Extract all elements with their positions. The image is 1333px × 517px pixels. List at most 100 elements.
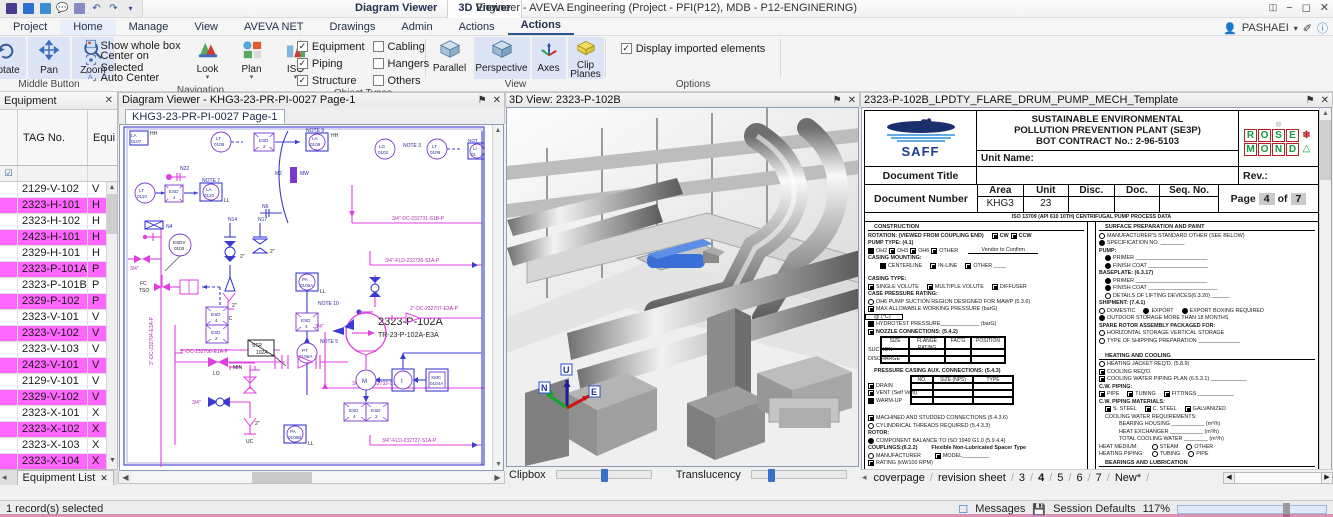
checkbox-pump-finish[interactable] bbox=[1105, 263, 1111, 269]
col-doc-value[interactable] bbox=[1115, 197, 1160, 211]
checkbox-diffuser[interactable] bbox=[992, 284, 998, 290]
table-row[interactable]: 2323-H-102H bbox=[0, 214, 117, 230]
checkbox-multiple-volute[interactable] bbox=[927, 284, 933, 290]
document-vertical-scrollbar[interactable]: ▲ ▼ bbox=[1319, 108, 1331, 481]
ribbon-tab-admin[interactable]: Admin bbox=[388, 20, 445, 35]
look-dropdown-icon[interactable]: ▾ bbox=[206, 75, 210, 80]
checkbox-cabling[interactable]: Cabling bbox=[373, 39, 430, 54]
checkbox-steam[interactable] bbox=[1152, 444, 1158, 450]
checkbox-cabling-box[interactable] bbox=[373, 41, 384, 52]
table-row[interactable]: 2323-X-103X bbox=[0, 438, 117, 454]
checkbox-mawp[interactable] bbox=[868, 306, 874, 312]
row-selector[interactable] bbox=[0, 454, 18, 469]
ribbon-tab-actions[interactable]: Actions bbox=[446, 20, 508, 35]
sheet-hscroll-right-icon[interactable]: ▶ bbox=[1321, 472, 1333, 484]
page-current[interactable]: 4 bbox=[1259, 193, 1275, 205]
sheet-tab-new[interactable]: New* bbox=[1110, 472, 1146, 484]
checkbox-mfr-standard[interactable] bbox=[1099, 233, 1105, 239]
diagram-tab-page-1[interactable]: KHG3-23-PR-PI-0027 Page-1 bbox=[125, 109, 285, 124]
ribbon-tab-home[interactable]: Home bbox=[60, 20, 115, 35]
row-selector[interactable] bbox=[0, 342, 18, 357]
diagram-viewer-pin-icon[interactable]: ⚑ bbox=[478, 95, 487, 106]
checkbox-oh3[interactable] bbox=[889, 248, 895, 254]
document-scroll-up-icon[interactable]: ▲ bbox=[1320, 108, 1331, 119]
parallel-button[interactable]: Parallel bbox=[428, 37, 472, 79]
scroll-thumb[interactable] bbox=[107, 194, 117, 234]
table-row[interactable]: 2329-P-102P bbox=[0, 294, 117, 310]
checkbox-cooling-reqd[interactable] bbox=[1099, 369, 1105, 375]
diagram-canvas[interactable]: .m{stroke:#e040e0;fill:none;stroke-width… bbox=[119, 124, 504, 471]
diagram-scroll-up-icon[interactable]: ▲ bbox=[493, 125, 503, 136]
row-selector[interactable] bbox=[0, 214, 18, 229]
view3d-close-icon[interactable]: ✕ bbox=[848, 95, 856, 106]
row-selector[interactable] bbox=[0, 406, 18, 421]
diagram-hscroll-right-icon[interactable]: ▶ bbox=[491, 473, 504, 482]
row-selector[interactable] bbox=[0, 438, 18, 453]
checkbox-export[interactable] bbox=[1143, 308, 1149, 314]
maximize-icon[interactable]: ◻ bbox=[1302, 1, 1311, 14]
diagram-scroll-down-icon[interactable]: ▼ bbox=[493, 459, 504, 470]
row-selector[interactable] bbox=[0, 422, 18, 437]
ribbon-tab-project[interactable]: Project bbox=[0, 20, 60, 35]
temp-input[interactable] bbox=[865, 314, 903, 320]
document-panel-pin-icon[interactable]: ⚑ bbox=[1306, 95, 1315, 106]
sheet-hscroll-left-icon[interactable]: ◀ bbox=[1223, 472, 1235, 484]
checkbox-model[interactable] bbox=[935, 453, 941, 459]
clip-planes-button[interactable]: Clip Planes bbox=[568, 37, 604, 79]
checkbox-hangers-box[interactable] bbox=[373, 58, 384, 69]
view3d-pin-icon[interactable]: ⚑ bbox=[833, 95, 842, 106]
restore-down-icon[interactable]: ◫ bbox=[1269, 2, 1278, 13]
checkbox-other-mount[interactable] bbox=[965, 263, 971, 269]
diagram-hscroll-track[interactable] bbox=[132, 472, 491, 483]
checkbox-pump-primer[interactable] bbox=[1105, 255, 1111, 261]
checkbox-oh2[interactable] bbox=[868, 248, 874, 254]
minimize-icon[interactable]: − bbox=[1286, 2, 1292, 14]
pan-button[interactable]: Pan bbox=[28, 37, 70, 79]
sheet-tab-3[interactable]: 3 bbox=[1014, 472, 1030, 484]
checkbox-cw[interactable] bbox=[992, 233, 998, 239]
sheet-hscroll-track[interactable] bbox=[1235, 472, 1321, 484]
checkbox-c-steel[interactable] bbox=[1145, 406, 1151, 412]
scroll-up-arrow[interactable]: ▲ bbox=[107, 182, 117, 193]
row-selector[interactable] bbox=[0, 278, 18, 293]
row-selector[interactable] bbox=[0, 182, 18, 197]
col-seq-no-value[interactable] bbox=[1160, 197, 1218, 211]
tab-equipment-list[interactable]: Equipment List ✕ bbox=[17, 470, 114, 485]
table-row[interactable]: 2323-X-104X bbox=[0, 454, 117, 470]
checkbox-spec-no[interactable] bbox=[1099, 240, 1105, 246]
checkbox-rating-kw[interactable] bbox=[868, 460, 874, 466]
checkbox-nozzle-connections[interactable] bbox=[868, 329, 874, 335]
diagram-hscroll-left-icon[interactable]: ◀ bbox=[119, 473, 132, 482]
table-row[interactable]: 2323-P-101BP bbox=[0, 278, 117, 294]
table-row[interactable]: 2329-V-102V bbox=[0, 390, 117, 406]
document-panel-close-icon[interactable]: ✕ bbox=[1321, 95, 1329, 106]
equipment-panel-close-icon[interactable]: ✕ bbox=[105, 95, 113, 106]
checkbox-hydrotest[interactable] bbox=[868, 321, 874, 327]
checkbox-single-volute[interactable] bbox=[868, 284, 874, 290]
checkbox-equipment-box[interactable]: ✓ bbox=[297, 41, 308, 52]
checkbox-ccw[interactable] bbox=[1011, 233, 1017, 239]
checkbox-other-type[interactable] bbox=[931, 248, 937, 254]
checkbox-equipment[interactable]: ✓ Equipment bbox=[297, 39, 365, 54]
checkbox-structure-box[interactable]: ✓ bbox=[297, 75, 308, 86]
checkbox-shipping-prep[interactable] bbox=[1099, 338, 1105, 344]
checkbox-warm-up[interactable] bbox=[868, 398, 874, 404]
checkbox-export-boxing[interactable] bbox=[1182, 308, 1188, 314]
sheet-tab-5[interactable]: 5 bbox=[1052, 472, 1068, 484]
tab-scroll-icon[interactable]: ◂ bbox=[2, 472, 7, 483]
grid-select-all-corner[interactable] bbox=[0, 110, 18, 165]
checkbox-heat-tubing[interactable] bbox=[1152, 451, 1158, 457]
row-selector[interactable] bbox=[0, 326, 18, 341]
clipbox-slider[interactable] bbox=[556, 470, 652, 479]
table-row[interactable]: 2323-V-101V bbox=[0, 310, 117, 326]
table-row[interactable]: 2323-V-102V bbox=[0, 326, 117, 342]
checkbox-baseplate-primer[interactable] bbox=[1105, 278, 1111, 284]
table-row[interactable]: 2323-V-103V bbox=[0, 342, 117, 358]
row-selector[interactable] bbox=[0, 262, 18, 277]
checkbox-hangers[interactable]: Hangers bbox=[373, 56, 430, 71]
sheet-horizontal-scrollbar[interactable]: ◀ ▶ bbox=[1223, 472, 1333, 484]
auto-center-button[interactable]: A Auto Center bbox=[85, 70, 185, 85]
help-icon[interactable]: ⓘ bbox=[1317, 20, 1328, 36]
checkbox-drain[interactable] bbox=[868, 383, 874, 389]
row-selector[interactable] bbox=[0, 294, 18, 309]
